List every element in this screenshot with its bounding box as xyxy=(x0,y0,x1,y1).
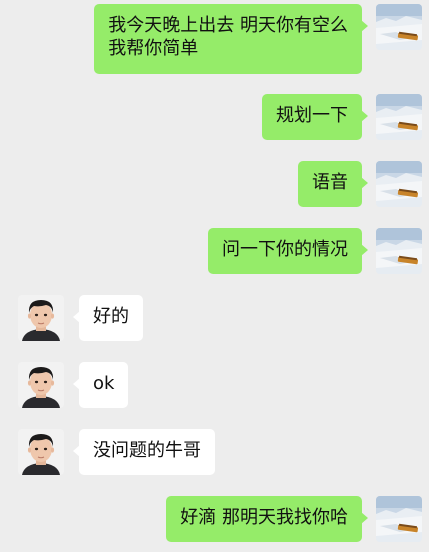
message-bubble-outgoing[interactable]: 问一下你的情况 xyxy=(208,228,368,274)
self-avatar[interactable] xyxy=(376,496,422,542)
message-bubble-incoming[interactable]: 好的 xyxy=(73,295,143,341)
boy-portrait-avatar-icon xyxy=(18,362,64,408)
snow-train-photo-avatar-icon xyxy=(376,161,422,207)
message-text: 我帮你简单 xyxy=(108,38,199,59)
message-bubble-outgoing[interactable]: 语音 xyxy=(298,161,368,207)
message-text: 没问题的牛哥 xyxy=(93,440,201,461)
contact-avatar[interactable] xyxy=(18,295,64,341)
snow-train-photo-avatar-icon xyxy=(376,228,422,274)
self-avatar[interactable] xyxy=(376,161,422,207)
self-avatar[interactable] xyxy=(376,94,422,140)
chat-message-list[interactable]: 我今天晚上出去 明天你有空么 我帮你简单 规划一下 语音 问一下你的情况 好的 … xyxy=(0,0,429,552)
snow-train-photo-avatar-icon xyxy=(376,94,422,140)
snow-train-photo-avatar-icon xyxy=(376,4,422,50)
self-avatar[interactable] xyxy=(376,228,422,274)
message-text: 好的 xyxy=(93,306,129,327)
message-bubble-incoming[interactable]: ok xyxy=(72,362,129,408)
contact-avatar[interactable] xyxy=(18,362,64,408)
snow-train-photo-avatar-icon xyxy=(376,496,422,542)
boy-portrait-avatar-icon xyxy=(18,295,64,341)
message-bubble-outgoing[interactable]: 规划一下 xyxy=(262,94,368,140)
message-text: 语音 xyxy=(312,172,348,193)
boy-portrait-avatar-icon xyxy=(18,429,64,475)
message-text: 我今天晚上出去 明天你有空么 xyxy=(108,15,348,36)
self-avatar[interactable] xyxy=(376,4,422,50)
message-text: ok xyxy=(93,373,115,394)
contact-avatar[interactable] xyxy=(18,429,64,475)
message-bubble-outgoing[interactable]: 好滴 那明天我找你哈 xyxy=(166,496,368,542)
message-bubble-outgoing[interactable]: 我今天晚上出去 明天你有空么 我帮你简单 xyxy=(94,4,368,74)
message-text: 好滴 那明天我找你哈 xyxy=(180,507,348,528)
message-bubble-incoming[interactable]: 没问题的牛哥 xyxy=(73,429,215,475)
message-text: 规划一下 xyxy=(276,105,348,126)
message-text: 问一下你的情况 xyxy=(222,239,348,260)
